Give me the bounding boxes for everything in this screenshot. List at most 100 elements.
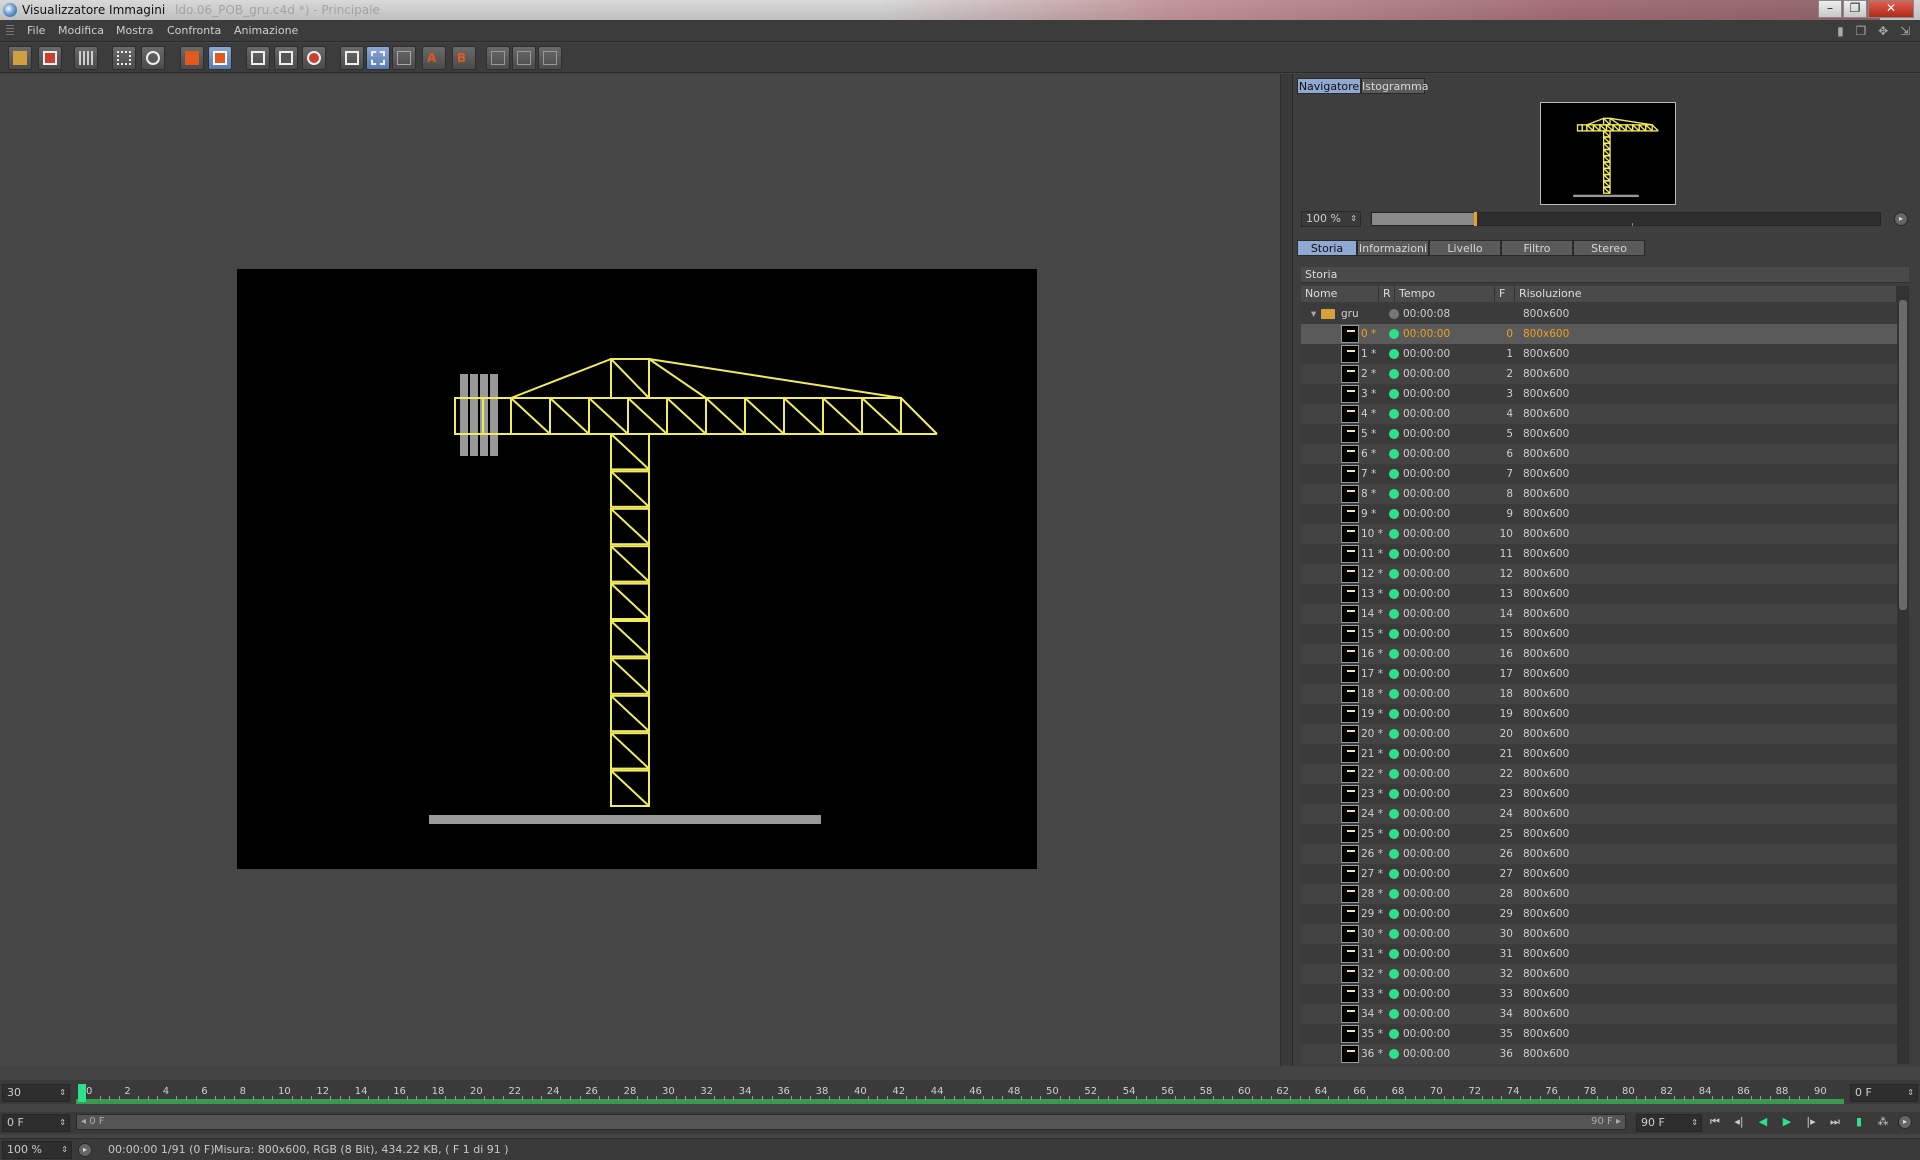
- history-row[interactable]: 32 * 00:00:00 32 800x600: [1301, 964, 1897, 984]
- timeline-ruler[interactable]: 0 2 4 6 8 10 12 14 16 18 20 22 24 26 28 30 32 34 36 38 40 42 4…: [76, 1082, 1844, 1104]
- layout-3-icon[interactable]: [538, 46, 562, 70]
- history-row[interactable]: 21 * 00:00:00 21 800x600: [1301, 744, 1897, 764]
- history-scrollbar[interactable]: [1897, 286, 1909, 1064]
- menu-file[interactable]: File: [27, 24, 45, 37]
- play-backward-icon[interactable]: ◀: [1754, 1114, 1772, 1130]
- history-row[interactable]: 26 * 00:00:00 26 800x600: [1301, 844, 1897, 864]
- history-row[interactable]: 1 * 00:00:00 1 800x600: [1301, 344, 1897, 364]
- history-row[interactable]: 8 * 00:00:00 8 800x600: [1301, 484, 1897, 504]
- history-row[interactable]: 36 * 00:00:00 36 800x600: [1301, 1044, 1897, 1064]
- status-zoom-field[interactable]: 100 % ⇕: [2, 1141, 72, 1159]
- history-row[interactable]: 6 * 00:00:00 6 800x600: [1301, 444, 1897, 464]
- tab-istogramma[interactable]: Istogramma: [1361, 78, 1428, 94]
- last-frame-icon[interactable]: ⏭: [1826, 1114, 1844, 1130]
- first-frame-icon[interactable]: ⏮: [1706, 1114, 1724, 1130]
- history-row[interactable]: 31 * 00:00:00 31 800x600: [1301, 944, 1897, 964]
- tab-storia[interactable]: Storia: [1297, 240, 1357, 256]
- menu-animazione[interactable]: Animazione: [234, 24, 298, 37]
- render-all-icon[interactable]: [302, 46, 326, 70]
- ab-compare-icon[interactable]: [340, 46, 364, 70]
- timeline-menu-icon[interactable]: ▸: [1898, 1115, 1912, 1129]
- history-row[interactable]: 9 * 00:00:00 9 800x600: [1301, 504, 1897, 524]
- history-row[interactable]: 15 * 00:00:00 15 800x600: [1301, 624, 1897, 644]
- timeline-cursor[interactable]: [78, 1084, 86, 1102]
- current-frame-field[interactable]: 0 F ⇕: [1850, 1084, 1918, 1102]
- history-row[interactable]: 2 * 00:00:00 2 800x600: [1301, 364, 1897, 384]
- history-row[interactable]: 16 * 00:00:00 16 800x600: [1301, 644, 1897, 664]
- history-row[interactable]: 19 * 00:00:00 19 800x600: [1301, 704, 1897, 724]
- history-row[interactable]: 0 * 00:00:00 0 800x600: [1301, 324, 1897, 344]
- history-row[interactable]: 5 * 00:00:00 5 800x600: [1301, 424, 1897, 444]
- loop-icon[interactable]: ▮: [1850, 1114, 1868, 1130]
- play-forward-icon[interactable]: ▶: [1778, 1114, 1796, 1130]
- tab-livello[interactable]: Livello: [1429, 240, 1501, 256]
- history-row[interactable]: 10 * 00:00:00 10 800x600: [1301, 524, 1897, 544]
- history-row[interactable]: 34 * 00:00:00 34 800x600: [1301, 1004, 1897, 1024]
- history-row[interactable]: 30 * 00:00:00 30 800x600: [1301, 924, 1897, 944]
- history-row[interactable]: 7 * 00:00:00 7 800x600: [1301, 464, 1897, 484]
- col-r[interactable]: R: [1379, 286, 1395, 302]
- col-risoluzione[interactable]: Risoluzione: [1515, 286, 1897, 302]
- minimize-icon[interactable]: –: [1818, 0, 1842, 18]
- fit-icon[interactable]: [112, 46, 136, 70]
- history-row[interactable]: 27 * 00:00:00 27 800x600: [1301, 864, 1897, 884]
- history-row[interactable]: 4 * 00:00:00 4 800x600: [1301, 404, 1897, 424]
- navigator-thumbnail[interactable]: [1540, 102, 1676, 205]
- paste-icon[interactable]: [208, 46, 232, 70]
- history-row[interactable]: 13 * 00:00:00 13 800x600: [1301, 584, 1897, 604]
- save-icon[interactable]: [38, 46, 62, 70]
- fps-field[interactable]: 30 ⇕: [2, 1084, 70, 1102]
- status-menu-icon[interactable]: ▸: [78, 1143, 92, 1157]
- start-frame-field[interactable]: 0 F ⇕: [2, 1114, 70, 1132]
- history-row[interactable]: 33 * 00:00:00 33 800x600: [1301, 984, 1897, 1004]
- zoom-icon[interactable]: [141, 46, 165, 70]
- prev-key-icon[interactable]: ◂|: [1730, 1114, 1748, 1130]
- history-row[interactable]: 18 * 00:00:00 18 800x600: [1301, 684, 1897, 704]
- navigator-play-icon[interactable]: ▸: [1894, 212, 1908, 226]
- history-row[interactable]: 20 * 00:00:00 20 800x600: [1301, 724, 1897, 744]
- end-frame-field[interactable]: 90 F ⇕: [1636, 1114, 1702, 1132]
- set-b-icon[interactable]: B: [452, 46, 476, 70]
- close-icon[interactable]: ✕: [1868, 0, 1914, 18]
- tab-filtro[interactable]: Filtro: [1501, 240, 1573, 256]
- menu-mostra[interactable]: Mostra: [116, 24, 154, 37]
- tab-informazioni[interactable]: Informazioni: [1357, 240, 1429, 256]
- history-row[interactable]: 17 * 00:00:00 17 800x600: [1301, 664, 1897, 684]
- menu-modifica[interactable]: Modifica: [58, 24, 104, 37]
- layout-2-icon[interactable]: [512, 46, 536, 70]
- history-row[interactable]: 11 * 00:00:00 11 800x600: [1301, 544, 1897, 564]
- col-nome[interactable]: Nome: [1301, 286, 1379, 302]
- navigator-zoom-field[interactable]: 100 % ⇕: [1301, 211, 1361, 227]
- history-row[interactable]: 22 * 00:00:00 22 800x600: [1301, 764, 1897, 784]
- audio-icon[interactable]: ⁂: [1874, 1114, 1892, 1130]
- history-row[interactable]: 25 * 00:00:00 25 800x600: [1301, 824, 1897, 844]
- history-row[interactable]: 14 * 00:00:00 14 800x600: [1301, 604, 1897, 624]
- maximize-icon[interactable]: ❐: [1843, 0, 1867, 18]
- next-key-icon[interactable]: |▸: [1802, 1114, 1820, 1130]
- expand-icon[interactable]: ▾: [1311, 308, 1316, 320]
- render-icon[interactable]: [246, 46, 270, 70]
- ab-wipe-icon[interactable]: [392, 46, 416, 70]
- layout-icons[interactable]: ▮ ❐ ✥ ⇲: [1837, 24, 1914, 38]
- navigator-zoom-slider[interactable]: [1371, 212, 1881, 226]
- history-row[interactable]: 28 * 00:00:00 28 800x600: [1301, 884, 1897, 904]
- history-row[interactable]: 12 * 00:00:00 12 800x600: [1301, 564, 1897, 584]
- render-region-icon[interactable]: [274, 46, 298, 70]
- viewport-scrollbar[interactable]: [1280, 74, 1292, 1066]
- tab-stereo[interactable]: Stereo: [1573, 240, 1645, 256]
- tab-navigatore[interactable]: Navigatore: [1297, 78, 1361, 94]
- col-f[interactable]: F: [1495, 286, 1515, 302]
- history-row[interactable]: 23 * 00:00:00 23 800x600: [1301, 784, 1897, 804]
- open-icon[interactable]: [8, 46, 32, 70]
- menu-confronta[interactable]: Confronta: [167, 24, 221, 37]
- col-tempo[interactable]: Tempo Rendering: [1395, 286, 1495, 316]
- range-slider[interactable]: ◂ 0 F 90 F ▸: [76, 1114, 1626, 1130]
- history-row[interactable]: 24 * 00:00:00 24 800x600: [1301, 804, 1897, 824]
- history-row[interactable]: 29 * 00:00:00 29 800x600: [1301, 904, 1897, 924]
- history-row[interactable]: 3 * 00:00:00 3 800x600: [1301, 384, 1897, 404]
- history-row[interactable]: 35 * 00:00:00 35 800x600: [1301, 1024, 1897, 1044]
- ab-split-icon[interactable]: [366, 46, 390, 70]
- grid-icon[interactable]: [74, 46, 98, 70]
- history-group-row[interactable]: ▾ gru 00:00:08 800x600: [1301, 304, 1897, 324]
- copy-icon[interactable]: [180, 46, 204, 70]
